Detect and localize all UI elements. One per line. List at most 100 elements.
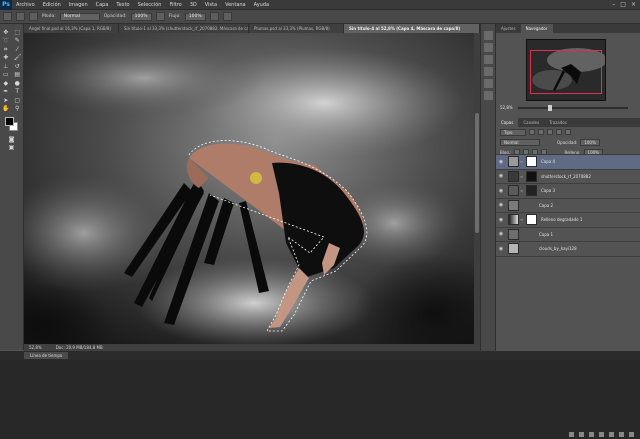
zoom-readout[interactable]: 52,8%: [29, 345, 42, 350]
blur-tool-icon[interactable]: ◆: [2, 80, 9, 87]
character-panel-icon[interactable]: [483, 79, 493, 88]
menu-seleccion[interactable]: Selección: [134, 2, 166, 8]
zoom-tool-icon[interactable]: ⚲: [14, 105, 21, 112]
navigator-view-rect[interactable]: [530, 50, 602, 94]
layer-mask-thumbnail[interactable]: [526, 156, 537, 168]
delete-layer-icon[interactable]: [629, 432, 634, 437]
tab-canales[interactable]: Canales: [518, 118, 544, 127]
filter-smart-icon[interactable]: [565, 129, 571, 135]
pressure-opacity-icon[interactable]: [155, 12, 165, 21]
menu-vista[interactable]: Vista: [201, 2, 221, 8]
tab-trazados[interactable]: Trazados: [544, 118, 572, 127]
visibility-eye-icon[interactable]: ◉: [496, 202, 506, 208]
layer-row[interactable]: ◉ Capa 1: [496, 228, 640, 242]
history-brush-icon[interactable]: ↺: [14, 63, 21, 70]
new-layer-icon[interactable]: [619, 432, 624, 437]
adjustment-layer-icon[interactable]: [599, 432, 604, 437]
timeline-tab[interactable]: Línea de tiempo: [24, 352, 69, 359]
screen-mode-icon[interactable]: ▣: [8, 144, 15, 151]
brush-panel-icon[interactable]: [483, 91, 493, 100]
pen-tool-icon[interactable]: ✒: [2, 88, 9, 95]
history-panel-icon[interactable]: [483, 31, 493, 40]
quick-select-tool-icon[interactable]: ✎: [14, 37, 21, 44]
opacity-field[interactable]: 100%: [130, 12, 152, 21]
zoom-slider-knob[interactable]: [548, 105, 552, 111]
visibility-eye-icon[interactable]: ◉: [496, 231, 506, 237]
layer-mask-thumbnail[interactable]: [526, 185, 537, 197]
properties-panel-icon[interactable]: [483, 43, 493, 52]
mask-link-icon[interactable]: ∞: [519, 159, 524, 164]
crop-tool-icon[interactable]: ⌗: [2, 46, 9, 53]
blend-mode-select[interactable]: Normal: [500, 138, 540, 146]
type-tool-icon[interactable]: T: [14, 88, 21, 95]
tab-sin-titulo-1[interactable]: Sin título-1 al 33,3% (shutterstock_rf_2…: [119, 24, 249, 33]
menu-3d[interactable]: 3D: [186, 2, 201, 8]
maximize-icon[interactable]: □: [620, 1, 626, 8]
visibility-eye-icon[interactable]: ◉: [496, 217, 506, 223]
filter-type-icon[interactable]: [547, 129, 553, 135]
menu-capa[interactable]: Capa: [92, 2, 113, 8]
visibility-eye-icon[interactable]: ◉: [496, 173, 506, 179]
menu-ayuda[interactable]: Ayuda: [250, 2, 273, 8]
mask-link-icon[interactable]: ∞: [519, 174, 524, 179]
tab-angel-final[interactable]: Angel final.psd al 16,3% (Capa 1, RGB/8): [24, 24, 119, 33]
menu-imagen[interactable]: Imagen: [65, 2, 92, 8]
healing-tool-icon[interactable]: ✚: [2, 54, 9, 61]
visibility-eye-icon[interactable]: ◉: [496, 246, 506, 252]
visibility-eye-icon[interactable]: ◉: [496, 188, 506, 194]
new-group-icon[interactable]: [609, 432, 614, 437]
layer-mask-thumbnail[interactable]: [526, 170, 537, 182]
layer-opacity-field[interactable]: 100%: [580, 138, 600, 146]
add-mask-icon[interactable]: [589, 432, 594, 437]
path-select-tool-icon[interactable]: ➤: [2, 97, 9, 104]
link-layers-icon[interactable]: [569, 432, 574, 437]
marquee-tool-icon[interactable]: ⬚: [14, 29, 21, 36]
brush-size-icon[interactable]: [16, 12, 25, 21]
menu-texto[interactable]: Texto: [112, 2, 133, 8]
quick-mask-icon[interactable]: ◙: [8, 136, 15, 143]
foreground-color-swatch[interactable]: [5, 117, 14, 126]
scroll-thumb[interactable]: [475, 113, 479, 233]
visibility-eye-icon[interactable]: ◉: [496, 159, 506, 165]
pressure-size-icon[interactable]: [222, 12, 232, 21]
filter-adjust-icon[interactable]: [538, 129, 544, 135]
menu-filtro[interactable]: Filtro: [165, 2, 185, 8]
doc-size-readout[interactable]: Doc: 20,9 MB/184,8 MB: [56, 345, 103, 350]
layer-mask-thumbnail[interactable]: [526, 214, 537, 226]
eyedropper-tool-icon[interactable]: ⁄: [14, 46, 21, 53]
filter-shape-icon[interactable]: [556, 129, 562, 135]
airbrush-icon[interactable]: [209, 12, 219, 21]
shape-tool-icon[interactable]: ▢: [14, 97, 21, 104]
tab-sin-titulo-4[interactable]: Sin título-4 al 52,8% (Capa 4, Máscara d…: [344, 24, 480, 33]
document-canvas[interactable]: [24, 33, 480, 344]
layer-row[interactable]: ◉ ∞ shutterstock_rf_2070882: [496, 170, 640, 184]
flow-field[interactable]: 100%: [184, 12, 206, 21]
tab-ajustes[interactable]: Ajustes: [496, 24, 521, 33]
color-panel-icon[interactable]: [483, 55, 493, 64]
layer-kind-filter[interactable]: Tipo: [500, 128, 526, 136]
mask-link-icon[interactable]: ∞: [519, 217, 524, 222]
dodge-tool-icon[interactable]: ●: [14, 80, 21, 87]
move-tool-icon[interactable]: ✥: [2, 29, 9, 36]
stamp-tool-icon[interactable]: ⊥: [2, 63, 9, 70]
close-icon[interactable]: ×: [631, 1, 636, 8]
tab-capas[interactable]: Capas: [496, 118, 519, 127]
filter-pixel-icon[interactable]: [529, 129, 535, 135]
menu-ventana[interactable]: Ventana: [221, 2, 250, 8]
menu-edicion[interactable]: Edición: [39, 2, 65, 8]
brush-tool-preset-icon[interactable]: [3, 12, 12, 21]
brush-panel-icon[interactable]: [29, 12, 38, 21]
layer-row[interactable]: ◉ clouds_by_kayi128: [496, 242, 640, 257]
eraser-tool-icon[interactable]: ▭: [2, 71, 9, 78]
layer-row[interactable]: ◉ ∞ Relleno degradado 1: [496, 213, 640, 228]
mask-link-icon[interactable]: ∞: [519, 188, 524, 193]
menu-archivo[interactable]: Archivo: [12, 2, 39, 8]
layer-row[interactable]: ◉ ∞ Capa 3: [496, 184, 640, 199]
tab-navegador[interactable]: Navegador: [520, 24, 553, 33]
minimize-icon[interactable]: –: [612, 1, 615, 8]
brush-tool-icon[interactable]: 🖌: [14, 54, 22, 61]
layer-row[interactable]: ◉ ∞ Capa 4: [496, 155, 640, 170]
lasso-tool-icon[interactable]: ➰: [2, 37, 9, 44]
hand-tool-icon[interactable]: ✋: [2, 105, 9, 112]
layer-style-icon[interactable]: [579, 432, 584, 437]
